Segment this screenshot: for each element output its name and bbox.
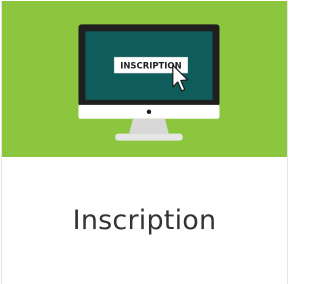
- computer-monitor-icon: INSCRIPTION: [78, 24, 220, 141]
- inscription-card[interactable]: INSCRIPTION Inscription: [1, 1, 288, 284]
- card-title: Inscription: [72, 205, 217, 236]
